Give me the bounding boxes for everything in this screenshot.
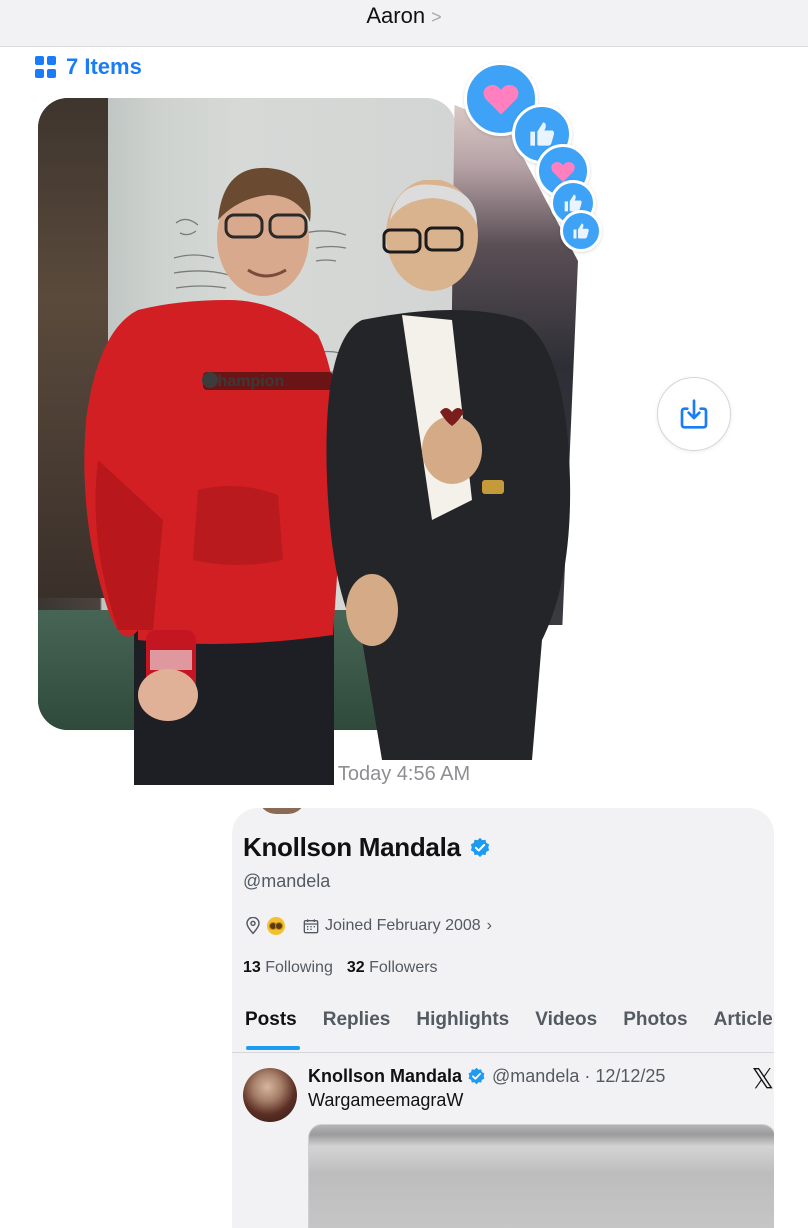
verified-badge-icon bbox=[470, 837, 489, 857]
items-link[interactable]: 7 Items bbox=[35, 54, 142, 80]
grid-icon bbox=[35, 56, 57, 78]
post-header: Knollson Mandala @mandela · 12/12/25 bbox=[308, 1066, 665, 1087]
profile-handle: @mandela bbox=[243, 871, 331, 891]
profile-tabs: Posts Replies Highlights Videos Photos A… bbox=[232, 1006, 774, 1052]
following-stat[interactable]: 13 Following bbox=[243, 959, 333, 977]
tab-replies[interactable]: Replies bbox=[310, 1006, 404, 1052]
profile-meta-row: Joined February 2008 › bbox=[245, 917, 492, 935]
chevron-right-icon: > bbox=[431, 7, 442, 27]
conversation-title[interactable]: Aaron > bbox=[0, 3, 808, 29]
person-red-hoodie: Champion bbox=[84, 167, 343, 785]
following-label: Following bbox=[265, 959, 333, 976]
followers-label: Followers bbox=[369, 959, 438, 976]
profile-name-row: Knollson Mandala bbox=[243, 832, 491, 863]
profile-avatar bbox=[258, 808, 306, 814]
download-icon bbox=[680, 399, 708, 429]
post-text: WargameemagraW bbox=[308, 1090, 464, 1110]
person-dark-suit bbox=[326, 180, 571, 760]
thumbs-up-icon bbox=[530, 122, 555, 146]
tabs-divider bbox=[232, 1052, 774, 1053]
contact-name[interactable]: Aaron bbox=[366, 3, 425, 28]
tab-videos[interactable]: Videos bbox=[522, 1006, 610, 1052]
profile-screenshot-card[interactable]: Knollson Mandala @mandela Joined Februar… bbox=[232, 808, 774, 1228]
items-label: 7 Items bbox=[66, 54, 142, 79]
post-avatar[interactable] bbox=[243, 1068, 297, 1122]
top-nav-bar: Aaron > bbox=[0, 0, 808, 47]
tab-highlights[interactable]: Highlights bbox=[403, 1006, 522, 1052]
sunglasses-emoji-icon bbox=[267, 917, 285, 935]
x-logo-icon: 𝕏 bbox=[751, 1062, 774, 1095]
save-to-photos-button[interactable] bbox=[657, 377, 731, 451]
chevron-right-icon[interactable]: › bbox=[487, 917, 492, 935]
tab-posts[interactable]: Posts bbox=[232, 1006, 310, 1052]
heart-icon bbox=[483, 84, 519, 115]
followers-count: 32 bbox=[346, 959, 365, 976]
location-pin-icon bbox=[246, 917, 260, 935]
post-media[interactable] bbox=[308, 1124, 774, 1228]
message-timestamp: Today 4:56 AM bbox=[337, 763, 471, 785]
tab-photos[interactable]: Photos bbox=[610, 1006, 700, 1052]
tab-articles[interactable]: Article bbox=[701, 1006, 774, 1052]
thumbs-up-icon bbox=[573, 223, 589, 239]
post-handle-date: @mandela · 12/12/25 bbox=[492, 1066, 666, 1086]
verified-badge-icon bbox=[468, 1067, 485, 1085]
profile-name: Knollson Mandala bbox=[243, 832, 461, 862]
follow-stats: 13 Following 32 Followers bbox=[243, 959, 438, 977]
thumbs-up-reaction[interactable] bbox=[560, 210, 602, 252]
calendar-icon bbox=[303, 919, 319, 934]
post-author-name[interactable]: Knollson Mandala bbox=[308, 1066, 462, 1087]
joined-date: Joined February 2008 bbox=[325, 917, 481, 934]
followers-stat[interactable]: 32 Followers bbox=[347, 959, 438, 977]
following-count: 13 bbox=[243, 959, 261, 976]
